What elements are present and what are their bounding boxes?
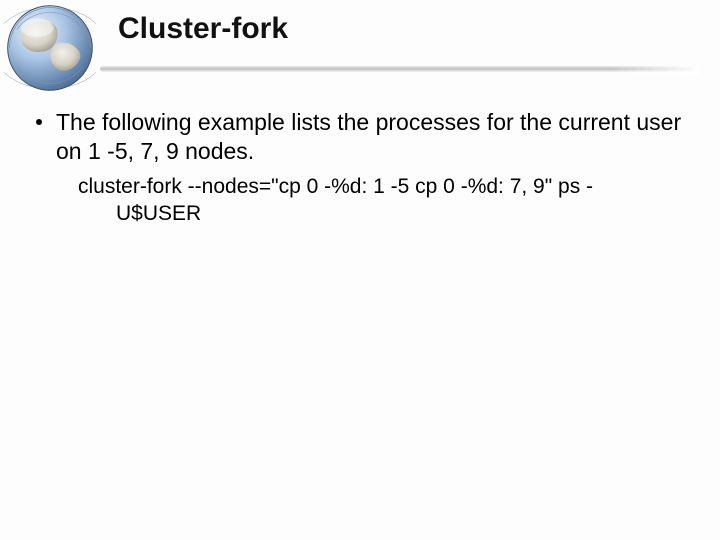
bullet-text: The following example lists the processe… xyxy=(56,108,684,167)
bullet-item: The following example lists the processe… xyxy=(36,108,684,167)
bullet-dot-icon xyxy=(36,119,42,125)
slide-title: Cluster-fork xyxy=(118,12,288,46)
globe-icon xyxy=(4,2,96,94)
code-line-2: U$USER xyxy=(78,200,684,227)
slide-body: The following example lists the processe… xyxy=(36,108,684,227)
slide: Cluster-fork The fol xyxy=(0,0,720,540)
code-example: cluster-fork --nodes="cp 0 -%d: 1 -5 cp … xyxy=(78,173,684,228)
title-divider xyxy=(100,62,700,72)
code-line-1: cluster-fork --nodes="cp 0 -%d: 1 -5 cp … xyxy=(78,175,593,198)
